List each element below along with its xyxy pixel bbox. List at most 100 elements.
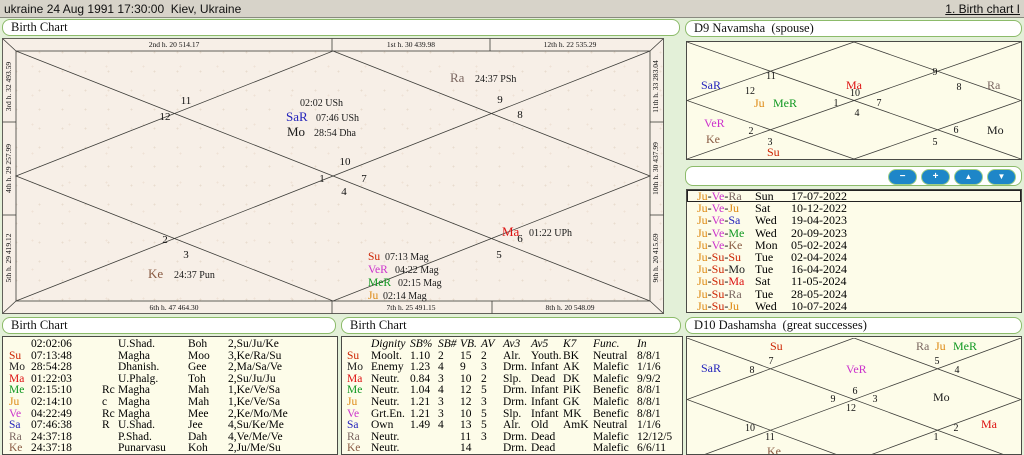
house-number: 9 <box>497 94 503 106</box>
planet-label-saturn: SaR <box>701 78 721 92</box>
planet-label-ketu: Ke <box>767 444 781 455</box>
d9-chart[interactable]: SaR Ma Ra Ju MeR VeR Ke Su Mo 12 11 9 8 … <box>686 41 1022 160</box>
planet-degree: 02:15 Mag <box>398 278 442 289</box>
dasha-zoom-in-button[interactable]: + <box>921 169 950 185</box>
d9-header: D9 Navamsha (spouse) <box>685 20 1022 37</box>
planet-label-jupiter: Ju <box>754 96 765 110</box>
d10-chart[interactable]: Su SaR VeR Ra Ju MeR Mo Ke Ma 8 7 5 4 9 … <box>686 336 1022 455</box>
house-number: 4 <box>955 365 960 376</box>
planet-label-moon: Mo <box>987 123 1004 137</box>
house-number: 12 <box>160 111 171 123</box>
planet-label-mercury: MeR <box>773 96 797 110</box>
planet-label-moon: Mo <box>933 390 950 404</box>
house-number: 8 <box>517 109 523 121</box>
dignity-row[interactable]: SaOwn1.494135Alr.OldAmKNeutral1/1/6 <box>342 420 682 432</box>
planet-position-row[interactable]: Ju02:14:10cMaghaMah1,Ke/Ve/Sa <box>3 397 337 409</box>
planet-position-row[interactable]: 02:02:06U.Shad.Boh2,Su/Ju/Ke <box>3 339 337 351</box>
main-chart-header: Birth Chart <box>2 19 680 36</box>
planet-degree: 28:54 Dha <box>314 128 357 139</box>
house-number: 5 <box>933 137 938 148</box>
house-strength-label: 9th h. 20 415.69 <box>651 233 660 282</box>
rasi-chart[interactable]: 2nd h. 20 514.17 1st h. 30 439.98 12th h… <box>2 38 664 314</box>
house-number: 12 <box>745 86 755 97</box>
house-number: 7 <box>877 98 882 109</box>
planet-label-venus: VeR <box>368 264 388 276</box>
planet-label-saturn: SaR <box>701 361 721 375</box>
house-number: 9 <box>933 67 938 78</box>
tab-birth-chart[interactable]: 1. Birth chart I <box>945 2 1020 16</box>
house-strength-label: 1st h. 30 439.98 <box>387 40 435 49</box>
house-number: 11 <box>765 432 775 443</box>
house-number: 1 <box>934 432 939 443</box>
house-number: 3 <box>873 394 878 405</box>
planet-label-ketu: Ke <box>706 132 720 146</box>
positions-table: 02:02:06U.Shad.Boh2,Su/Ju/KeSu07:13:48Ma… <box>2 336 338 455</box>
house-strength-label: 5th h. 29 419.12 <box>4 233 13 282</box>
house-number: 7 <box>769 356 774 367</box>
house-number: 1 <box>834 98 839 109</box>
house-strength-label: 3rd h. 32 493.59 <box>4 62 13 112</box>
chart-datetime-location: ukraine 24 Aug 1991 17:30:00 Kiev, Ukrai… <box>0 2 241 16</box>
house-number: 4 <box>341 186 347 198</box>
house-number: 2 <box>162 234 168 246</box>
dasha-zoom-out-button[interactable]: − <box>888 169 917 185</box>
vimshottari-header: Vimshottari − + ▲ ▼ <box>685 166 1022 186</box>
planet-label-venus: VeR <box>846 362 867 376</box>
dignity-header: Birth Chart <box>341 317 681 334</box>
house-strength-label: 7th h. 25 491.15 <box>387 303 436 312</box>
dasha-row[interactable]: Ju-Su-JuWed10-07-2024 <box>687 300 1021 312</box>
planet-degree: 04:22 Mag <box>395 265 439 276</box>
dignity-table: DignitySB%SB#VB.AVAv3Av5K7Func.InSuMoolt… <box>341 336 683 455</box>
house-strength-label: 2nd h. 20 514.17 <box>149 40 200 49</box>
house-number: 3 <box>768 137 773 148</box>
house-number: 8 <box>750 365 755 376</box>
planet-degree: 07:46 USh <box>316 113 359 124</box>
planet-degree: 24:37 Pun <box>174 270 215 281</box>
house-number: 10 <box>340 156 352 168</box>
house-number: 11 <box>181 95 192 107</box>
planet-label-rahu: Ra <box>450 70 465 85</box>
planet-label-rahu: Ra <box>987 78 1001 92</box>
planet-label-mercury: MeR <box>368 277 391 289</box>
planet-degree: 02:14 Mag <box>383 291 427 302</box>
planet-label-moon: Mo <box>287 124 305 139</box>
house-strength-label: 10th h. 30 437.99 <box>651 142 660 195</box>
dasha-up-button[interactable]: ▲ <box>954 169 983 185</box>
planet-label-sun: Su <box>368 251 380 263</box>
house-number: 2 <box>749 126 754 137</box>
house-number: 1 <box>319 173 325 185</box>
planet-degree: 24:37 PSh <box>475 74 516 85</box>
house-number: 4 <box>855 108 860 119</box>
dignity-row[interactable]: JuNeutr.1.213123Drm.InfantGKMalefic8/8/1 <box>342 397 682 409</box>
planet-label-venus: VeR <box>704 116 725 130</box>
house-number: 10 <box>850 88 860 99</box>
planet-position-row[interactable]: Sa07:46:38RU.Shad.Jee4,Su/Ke/Me <box>3 420 337 432</box>
house-strength-label: 6th h. 47 464.30 <box>150 303 199 312</box>
planet-label-mercury: MeR <box>953 339 977 353</box>
planet-label-jupiter: Ju <box>368 290 378 302</box>
title-bar: ukraine 24 Aug 1991 17:30:00 Kiev, Ukrai… <box>0 0 1024 18</box>
house-strength-label: 8th h. 20 548.09 <box>546 303 595 312</box>
house-number: 5 <box>935 356 940 367</box>
house-number: 11 <box>766 71 776 82</box>
planet-label-saturn: SaR <box>286 109 308 124</box>
house-strength-label: 11th h. 33 283.04 <box>651 60 660 113</box>
planet-degree: 07:13 Mag <box>385 252 429 263</box>
planet-label-rahu: Ra <box>916 339 930 353</box>
d10-header: D10 Dashamsha (great successes) <box>685 317 1022 334</box>
house-number: 10 <box>745 423 755 434</box>
house-number: 9 <box>831 394 836 405</box>
house-number: 8 <box>957 82 962 93</box>
planet-label-ketu: Ke <box>148 266 163 281</box>
dignity-table-header-row: DignitySB%SB#VB.AVAv3Av5K7Func.In <box>342 339 682 351</box>
dignity-row[interactable]: KeNeutr.14Drm.DeadMalefic6/6/11 <box>342 443 682 455</box>
planet-degree: 01:22 UPh <box>529 228 572 239</box>
planet-label-mars: Ma <box>981 417 998 431</box>
house-number: 6 <box>954 125 959 136</box>
house-strength-label: 4th h. 29 257.99 <box>4 144 13 193</box>
vimshottari-list: Ju-Ve-RaSun17-07-2022Ju-Ve-JuSat10-12-20… <box>686 189 1022 313</box>
planet-position-row[interactable]: Ke24:37:18PunarvasuKoh2,Ju/Me/Su <box>3 443 337 455</box>
house-number: 7 <box>361 173 367 185</box>
dasha-down-button[interactable]: ▼ <box>987 169 1016 185</box>
house-number: 6 <box>853 386 858 397</box>
